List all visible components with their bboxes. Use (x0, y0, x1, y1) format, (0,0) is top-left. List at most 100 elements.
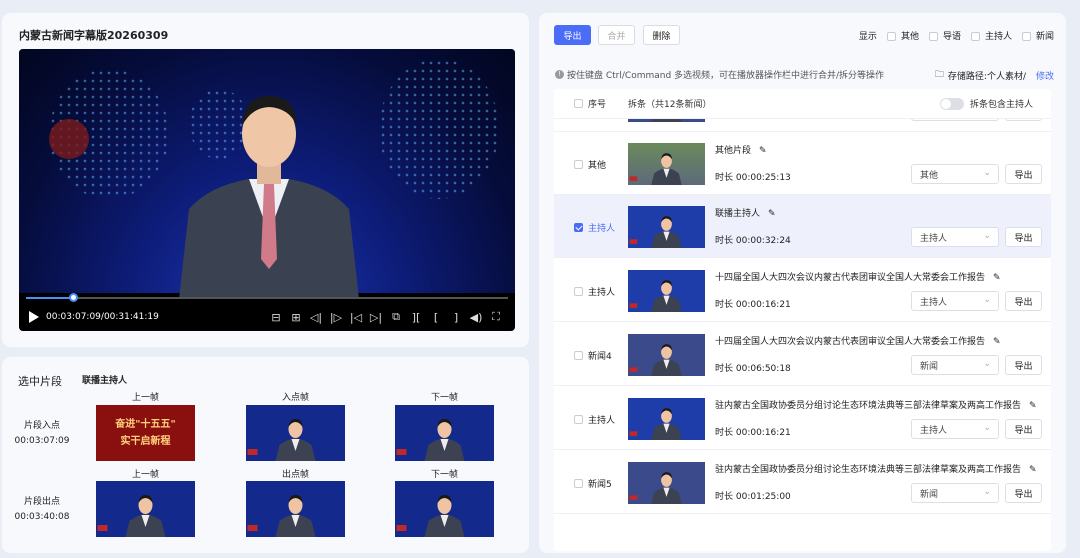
row-checkbox[interactable]: 新闻5 (574, 477, 612, 490)
row-export-button[interactable]: 导出 (1005, 164, 1042, 184)
row-export-button[interactable]: 导出 (1005, 119, 1042, 121)
fullscreen-icon[interactable]: ⛶ (486, 309, 506, 325)
video-title: 内蒙古新闻字幕版20260309 (19, 29, 169, 42)
prev-frame-caption: 上一帧 (131, 393, 159, 403)
tip-text: 按住键盘 Ctrl/Command 多选视频，可在播放器操作栏中进行合并/拆分等… (567, 71, 885, 81)
table-row[interactable]: 新闻5 驻内蒙古全国政协委员分组讨论生态环境法典等三部法律草案及两高工作报告 ✎ … (554, 451, 1051, 514)
merge-icon[interactable]: ⊞ (286, 309, 306, 325)
table-row[interactable]: 主持人 联播主持人 ✎ 时长 00:00:32:24 主持人 ⌄ 导出 (554, 195, 1051, 258)
banner-line1: 奋进"十五五" (115, 419, 176, 430)
storage-path: 🗀 存储路径:个人素材/ 修改 (935, 67, 1054, 83)
skip-forward-icon[interactable]: ▷| (366, 309, 386, 325)
row-title: 驻内蒙古全国政协委员分组讨论生态环境法典等三部法律草案及两高工作报告 ✎ (715, 465, 1037, 475)
filter-host[interactable]: 主持人 (970, 29, 1012, 42)
row-checkbox[interactable]: 主持人 (574, 221, 615, 234)
row-export-button[interactable]: 导出 (1005, 483, 1042, 503)
prev-frame-thumb-2[interactable] (96, 481, 195, 537)
mark-out-icon[interactable]: ] (446, 309, 466, 325)
progress-fill (26, 297, 74, 299)
filter-other[interactable]: 其他 (886, 29, 919, 42)
row-thumbnail[interactable] (628, 206, 705, 248)
row-duration: 时长 00:00:16:21 (715, 300, 791, 310)
row-type-select[interactable]: 新闻⌄ (911, 119, 999, 121)
chevron-down-icon: ⌄ (983, 359, 991, 369)
table-header: 序号 拆条（共12条新闻） 拆条包含主持人 (554, 89, 1051, 119)
video-player[interactable]: 00:03:07:09/00:31:41:19 ⊟ ⊞ ◁| |▷ |◁ ▷| … (19, 49, 515, 331)
play-icon[interactable] (28, 310, 40, 324)
row-type-select[interactable]: 新闻⌄ (911, 355, 999, 375)
row-type-select[interactable]: 新闻⌄ (911, 483, 999, 503)
row-export-button[interactable]: 导出 (1005, 419, 1042, 439)
row-thumbnail[interactable] (628, 143, 705, 185)
out-point-label: 片段出点 (23, 497, 60, 507)
edit-icon[interactable]: ✎ (768, 209, 776, 219)
video-frame (19, 49, 515, 299)
row-duration: 时长 00:00:25:13 (715, 173, 791, 183)
split-icon[interactable]: ⊟ (266, 309, 286, 325)
segment-list: 时长 00:00:06:07 新闻⌄ 导出其他 其他片段✎ 时长 00:00:2… (554, 119, 1051, 551)
chevron-down-icon: ⌄ (983, 295, 991, 305)
segment-name: 联播主持人 (82, 376, 128, 386)
trim-icon[interactable]: ][ (406, 309, 426, 325)
out-frame-thumb[interactable] (246, 481, 345, 537)
row-type-select[interactable]: 主持人 ⌄ (911, 419, 999, 439)
row-export-button[interactable]: 导出 (1005, 291, 1042, 311)
edit-path-link[interactable]: 修改 (1036, 69, 1054, 82)
table-row[interactable]: 主持人 十四届全国人大四次会议内蒙古代表团审议全国人大常委会工作报告 ✎ 时长 0… (554, 259, 1051, 322)
progress-knob[interactable] (69, 293, 79, 302)
row-export-button[interactable]: 导出 (1005, 227, 1042, 247)
filter-news[interactable]: 新闻 (1021, 29, 1054, 42)
next-frame-thumb[interactable] (395, 405, 494, 461)
in-point-time: 00:03:07:09 (14, 436, 70, 446)
row-checkbox[interactable]: 其他 (574, 158, 606, 171)
skip-back-icon[interactable]: |◁ (346, 309, 366, 325)
folder-icon: 🗀 (934, 70, 944, 80)
delete-button[interactable]: 删除 (643, 25, 680, 45)
row-checkbox[interactable]: 主持人 (574, 285, 615, 298)
include-host-toggle[interactable]: 拆条包含主持人 (939, 97, 1033, 110)
filter-lead[interactable]: 导语 (928, 29, 961, 42)
row-type-select[interactable]: 主持人 ⌄ (911, 227, 999, 247)
next-frame-thumb-2[interactable] (395, 481, 494, 537)
edit-icon[interactable]: ✎ (993, 337, 1001, 347)
row-duration: 时长 00:00:32:24 (715, 236, 791, 246)
merge-button[interactable]: 合并 (598, 25, 635, 45)
export-button[interactable]: 导出 (554, 25, 591, 45)
tip: ! 按住键盘 Ctrl/Command 多选视频，可在播放器操作栏中进行合并/拆… (555, 68, 884, 81)
row-export-button[interactable]: 导出 (1005, 355, 1042, 375)
prev-frame-thumb[interactable]: 奋进"十五五" 实干启新程 (96, 405, 195, 461)
edit-icon[interactable]: ✎ (993, 273, 1001, 283)
row-type-select[interactable]: 主持人 ⌄ (911, 291, 999, 311)
edit-icon[interactable]: ✎ (1029, 465, 1037, 475)
split-panel: 导出 合并 删除 显示 其他 导语 主持人 新闻 ! 按住键盘 Ctrl/Com… (539, 13, 1066, 553)
row-thumbnail[interactable] (628, 270, 705, 312)
table-row[interactable]: 新闻4 十四届全国人大四次会议内蒙古代表团审议全国人大常委会工作报告 ✎ 时长 0… (554, 323, 1051, 386)
row-thumbnail[interactable] (628, 119, 705, 122)
next-frame-icon[interactable]: |▷ (326, 309, 346, 325)
station-logo (49, 119, 89, 159)
split-count-header: 拆条（共12条新闻） (628, 100, 712, 110)
progress-bar[interactable] (26, 293, 508, 302)
row-title: 联播主持人 ✎ (715, 209, 776, 219)
row-thumbnail[interactable] (628, 334, 705, 376)
row-type-select[interactable]: 其他 ⌄ (911, 164, 999, 184)
table-row[interactable]: 时长 00:00:06:07 新闻⌄ 导出 (554, 119, 1051, 132)
crop-icon[interactable]: ⧉ (386, 309, 406, 325)
edit-icon[interactable]: ✎ (759, 146, 767, 156)
display-filter: 显示 其他 导语 主持人 新闻 (859, 29, 1054, 42)
row-thumbnail[interactable] (628, 398, 705, 440)
table-row[interactable]: 主持人 驻内蒙古全国政协委员分组讨论生态环境法典等三部法律草案及两高工作报告 ✎ … (554, 387, 1051, 450)
volume-icon[interactable]: ◀) (466, 309, 486, 325)
row-checkbox[interactable]: 主持人 (574, 413, 615, 426)
mark-in-icon[interactable]: [ (426, 309, 446, 325)
edit-icon[interactable]: ✎ (1029, 401, 1037, 411)
row-title: 其他片段 ✎ (715, 146, 767, 156)
in-frame-thumb[interactable] (246, 405, 345, 461)
chevron-down-icon: ⌄ (983, 168, 991, 178)
select-all[interactable]: 序号 (574, 97, 606, 110)
row-thumbnail[interactable] (628, 462, 705, 504)
row-checkbox[interactable]: 新闻4 (574, 349, 612, 362)
chevron-down-icon: ⌄ (983, 487, 991, 497)
prev-frame-icon[interactable]: ◁| (306, 309, 326, 325)
table-row[interactable]: 其他 其他片段 ✎ 时长 00:00:25:13 其他 ⌄ 导出 (554, 132, 1051, 195)
